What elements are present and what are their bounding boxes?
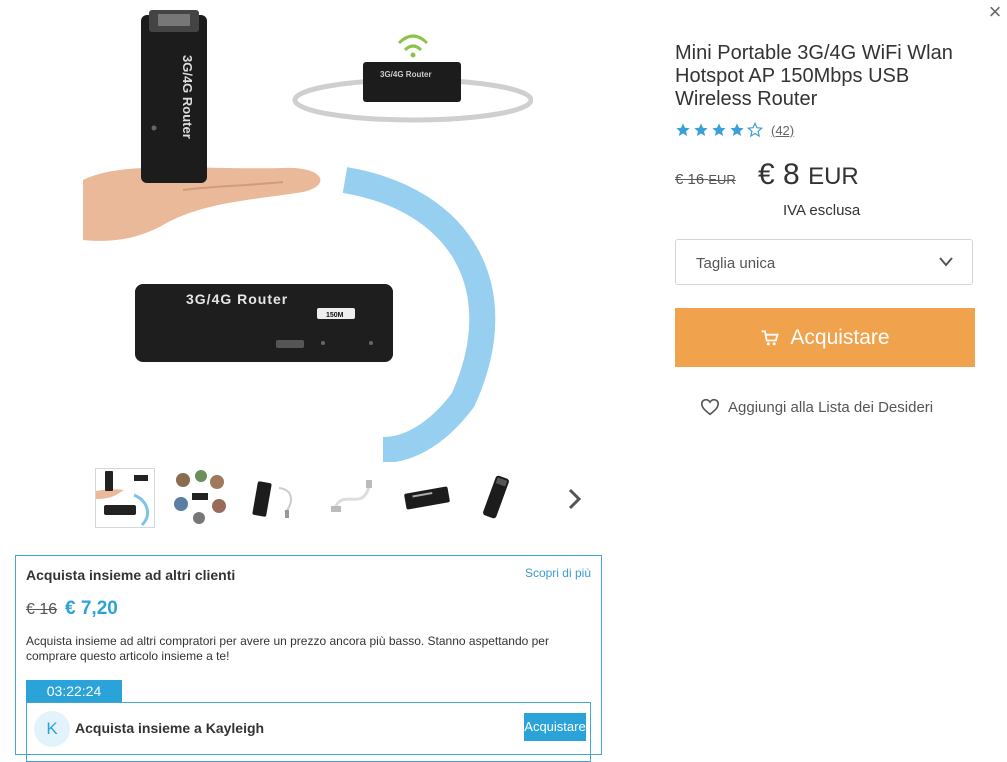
star-filled-icon xyxy=(694,123,708,136)
buy-button[interactable]: Acquistare xyxy=(675,308,975,367)
heart-icon xyxy=(700,398,720,416)
group-buy-panel: Acquista insieme ad altri clienti Scopri… xyxy=(15,555,602,762)
chevron-right-icon[interactable] xyxy=(567,486,583,512)
device-badge: 150M xyxy=(326,312,344,319)
original-price-currency: EUR xyxy=(708,172,736,187)
original-price-value: € 16 xyxy=(675,171,705,188)
wishlist-label: Aggiungi alla Lista dei Desideri xyxy=(728,398,934,416)
add-to-wishlist-link[interactable]: Aggiungi alla Lista dei Desideri xyxy=(700,396,933,418)
star-empty-icon xyxy=(747,122,763,138)
device-label-large: 3G/4G Router xyxy=(186,291,288,307)
group-buy-description: Acquista insieme ad altri compratori per… xyxy=(26,634,549,663)
device-label-small: 3G/4G Router xyxy=(380,70,432,79)
star-filled-icon xyxy=(676,123,690,136)
original-price: € 16 EUR xyxy=(675,171,736,188)
sale-price: € 8 EUR xyxy=(758,158,859,192)
sale-price-currency: EUR xyxy=(808,163,859,190)
group-buy-old-price: € 16 xyxy=(26,601,58,618)
countdown-timer: 03:22:24 xyxy=(26,680,122,702)
sale-price-value: € 8 xyxy=(758,158,800,191)
vat-note: IVA esclusa xyxy=(783,202,861,219)
avatar: K xyxy=(34,711,70,747)
product-title: Mini Portable 3G/4G WiFi Wlan Hotspot AP… xyxy=(675,42,953,110)
buy-button-label: Acquistare xyxy=(790,325,890,349)
thumbnail-4[interactable] xyxy=(323,468,383,528)
thumbnail-3[interactable] xyxy=(247,468,307,528)
chevron-down-icon xyxy=(939,257,953,267)
review-count-link[interactable]: (42) xyxy=(771,123,794,138)
close-icon[interactable]: × xyxy=(986,1,1004,23)
thumbnail-strip xyxy=(95,468,595,532)
size-select-value: Taglia unica xyxy=(696,255,776,272)
group-buy-invite-row: K Acquista insieme a Kayleigh Acquistare xyxy=(26,702,591,762)
cart-icon xyxy=(762,329,780,345)
join-group-buy-button[interactable]: Acquistare xyxy=(524,713,586,741)
invite-text: Acquista insieme a Kayleigh xyxy=(75,720,265,736)
group-buy-title: Acquista insieme ad altri clienti xyxy=(26,567,236,583)
star-filled-icon xyxy=(712,123,726,136)
group-buy-price: € 7,20 xyxy=(65,598,118,619)
star-filled-icon xyxy=(730,123,744,136)
product-main-image: 3G/4G Router 3G/4G Router 3G/4G Router 1… xyxy=(83,10,533,462)
thumbnail-2[interactable] xyxy=(171,468,231,528)
size-select[interactable]: Taglia unica xyxy=(675,239,973,285)
product-rating: (42) xyxy=(675,121,794,139)
thumbnail-6[interactable] xyxy=(475,468,535,528)
thumbnail-1[interactable] xyxy=(95,468,155,528)
device-label-vertical: 3G/4G Router xyxy=(180,55,195,139)
group-buy-more-link[interactable]: Scopri di più xyxy=(525,566,591,580)
thumbnail-5[interactable] xyxy=(399,468,459,528)
